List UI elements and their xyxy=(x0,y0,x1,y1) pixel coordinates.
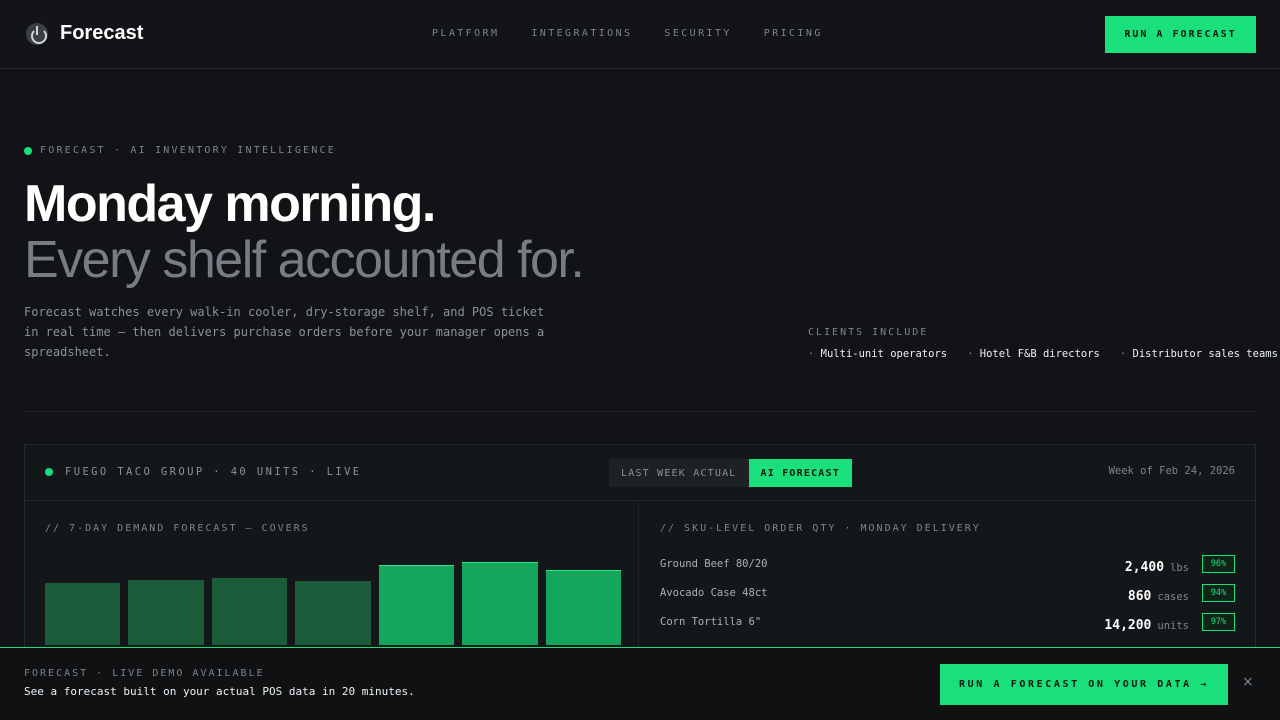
sku-name: Avocado Case 48ct xyxy=(660,587,768,599)
client-item: Hotel F&B directors xyxy=(967,348,1100,360)
sku-unit: lbs xyxy=(1170,562,1189,574)
sku-row: Ground Beef 80/20 2,400 lbs 96% xyxy=(660,554,1235,575)
sku-row: Corn Tortilla 6" 14,200 units 97% xyxy=(660,612,1235,633)
sku-unit: units xyxy=(1157,620,1189,632)
clients-list: Multi-unit operators Hotel F&B directors… xyxy=(808,348,1278,360)
panel-status: FUEGO TACO GROUP · 40 UNITS · LIVE xyxy=(45,466,362,478)
run-forecast-button[interactable]: RUN A FORECAST xyxy=(1105,16,1256,53)
eyebrow-text: FORECAST · AI INVENTORY INTELLIGENCE xyxy=(40,145,336,156)
hero-subheadline: Every shelf accounted for. xyxy=(24,231,585,289)
sku-quantity: 860 cases xyxy=(1128,585,1189,604)
demand-bar xyxy=(45,582,121,645)
demo-banner: FORECAST · LIVE DEMO AVAILABLE See a for… xyxy=(0,647,1280,720)
week-label: Week of Feb 24, 2026 xyxy=(1108,465,1235,477)
sku-quantity: 14,200 units xyxy=(1104,614,1189,633)
hero-headline: Monday morning. xyxy=(24,175,436,233)
nav-link-security[interactable]: SECURITY xyxy=(664,28,731,39)
demand-bar-chart xyxy=(45,548,621,645)
hero-eyebrow: FORECAST · AI INVENTORY INTELLIGENCE xyxy=(24,145,336,156)
banner-text: See a forecast built on your actual POS … xyxy=(24,685,415,698)
banner-label: FORECAST · LIVE DEMO AVAILABLE xyxy=(24,668,265,679)
sku-name: Corn Tortilla 6" xyxy=(660,616,762,628)
client-item: Multi-unit operators xyxy=(808,348,947,360)
sku-qty-value: 860 xyxy=(1127,589,1152,604)
close-icon[interactable]: × xyxy=(1242,674,1254,690)
demand-bar xyxy=(462,561,538,645)
demand-bar xyxy=(128,580,204,645)
live-dot-icon xyxy=(24,146,32,155)
top-nav: Forecast PLATFORM INTEGRATIONS SECURITY … xyxy=(0,0,1280,69)
nav-link-platform[interactable]: PLATFORM xyxy=(432,28,499,39)
demand-bar xyxy=(378,564,455,645)
confidence-badge: 94% xyxy=(1202,584,1235,602)
sku-quantity: 2,400 lbs xyxy=(1125,556,1189,575)
panel-title: FUEGO TACO GROUP · 40 UNITS · LIVE xyxy=(65,466,362,478)
panel-header: FUEGO TACO GROUP · 40 UNITS · LIVE LAST … xyxy=(25,445,1255,501)
nav-link-integrations[interactable]: INTEGRATIONS xyxy=(531,28,632,39)
demand-bar xyxy=(545,570,621,645)
demand-title: // 7-DAY DEMAND FORECAST — COVERS xyxy=(45,523,310,534)
confidence-badge: 96% xyxy=(1202,555,1235,573)
client-item: Distributor sales teams xyxy=(1120,348,1278,360)
brand-name: Forecast xyxy=(60,22,144,44)
demand-bar xyxy=(211,578,288,645)
brand-logo[interactable]: Forecast xyxy=(26,22,143,45)
sku-name: Ground Beef 80/20 xyxy=(660,558,768,570)
sku-row: Avocado Case 48ct 860 cases 94% xyxy=(660,583,1235,604)
run-forecast-on-data-button[interactable]: RUN A FORECAST ON YOUR DATA → xyxy=(940,664,1228,705)
sku-qty-value: 14,200 xyxy=(1104,618,1152,633)
power-icon xyxy=(26,22,48,45)
confidence-badge: 97% xyxy=(1202,613,1235,631)
sku-qty-value: 2,400 xyxy=(1124,560,1165,575)
view-toggle: LAST WEEK ACTUAL AI FORECAST xyxy=(609,459,852,487)
clients-label: CLIENTS INCLUDE xyxy=(808,327,929,338)
sku-title: // SKU-LEVEL ORDER QTY · MONDAY DELIVERY xyxy=(660,523,981,534)
nav-link-pricing[interactable]: PRICING xyxy=(764,28,823,39)
sku-unit: cases xyxy=(1157,591,1189,603)
live-dot-icon xyxy=(45,468,53,476)
toggle-last-week[interactable]: LAST WEEK ACTUAL xyxy=(609,459,749,487)
nav-links: PLATFORM INTEGRATIONS SECURITY PRICING xyxy=(432,28,823,39)
hero-lede: Forecast watches every walk-in cooler, d… xyxy=(24,305,545,359)
demand-bar xyxy=(295,580,371,645)
section-divider xyxy=(24,411,1256,412)
toggle-ai-forecast[interactable]: AI FORECAST xyxy=(748,459,852,487)
